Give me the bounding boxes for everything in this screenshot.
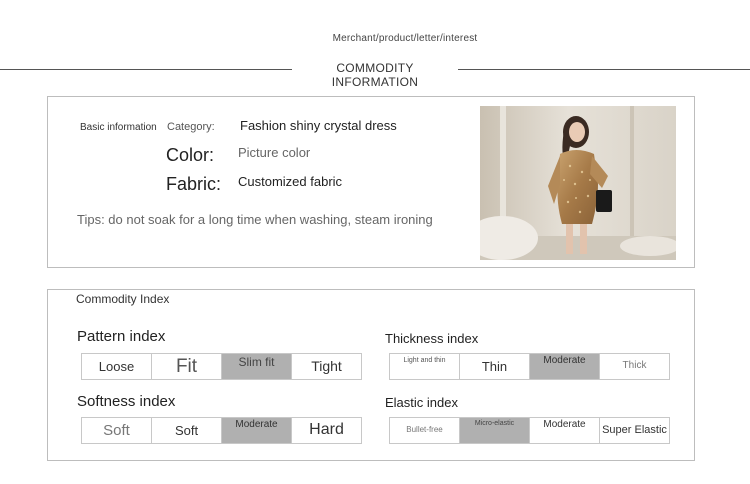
thickness-option-moderate: Moderate [530,354,600,379]
pattern-option-fit: Fit [152,354,222,379]
softness-option-moderate: Moderate [222,418,292,443]
thickness-option-thin: Thin [460,354,530,379]
section-title: COMMODITY INFORMATION [331,61,419,89]
elastic-option-super-elastic: Super Elastic [602,423,667,436]
pattern-option-loose: Loose [82,354,152,379]
softness-index-scale: Soft Soft Moderate Hard [81,417,362,444]
header-subtitle: Merchant/product/letter/interest [332,33,478,44]
care-tips: Tips: do not soak for a long time when w… [77,212,433,227]
pattern-option-slim-fit: Slim fit [222,354,292,379]
basic-info-label: Basic information [80,122,157,133]
color-label: Color: [166,145,215,165]
model-image [480,106,676,260]
thickness-option-light-and-thin: Light and thin [390,354,460,379]
softness-option-soft-2: Soft [152,418,222,443]
softness-index-label: Softness index [77,393,176,410]
thickness-index-scale: Light and thin Thin Moderate Thick [389,353,670,380]
category-value: Fashion shiny crystal dress [240,118,397,133]
thickness-index-label: Thickness index [385,331,479,346]
pattern-index-label: Pattern index [77,328,166,345]
thickness-option-thick: Thick [622,360,647,372]
softness-option-hard: Hard [309,421,344,439]
fabric-label: Fabric: [166,174,222,194]
product-photo [480,106,676,260]
softness-option-soft-1: Soft [82,418,152,443]
pattern-index-scale: Loose Fit Slim fit Tight [81,353,362,380]
elastic-option-bullet-free: Bullet-free [390,418,460,443]
elastic-index-label: Elastic index [385,395,458,410]
title-divider-left [0,69,292,70]
category-label: Category: [167,121,215,133]
basic-info-panel: Basic information Category: Fashion shin… [47,96,695,268]
commodity-index-title: Commodity Index [76,292,170,306]
elastic-option-moderate: Moderate [530,418,600,443]
fabric-value: Customized fabric [238,174,343,189]
commodity-index-panel: Commodity Index Pattern index Loose Fit … [47,289,695,461]
elastic-index-scale: Bullet-free Micro-elastic Moderate Super… [389,417,670,444]
color-value: Picture color [238,145,311,160]
elastic-option-micro-elastic: Micro-elastic [460,418,530,443]
pattern-option-tight: Tight [311,358,342,375]
title-divider-right [458,69,750,70]
